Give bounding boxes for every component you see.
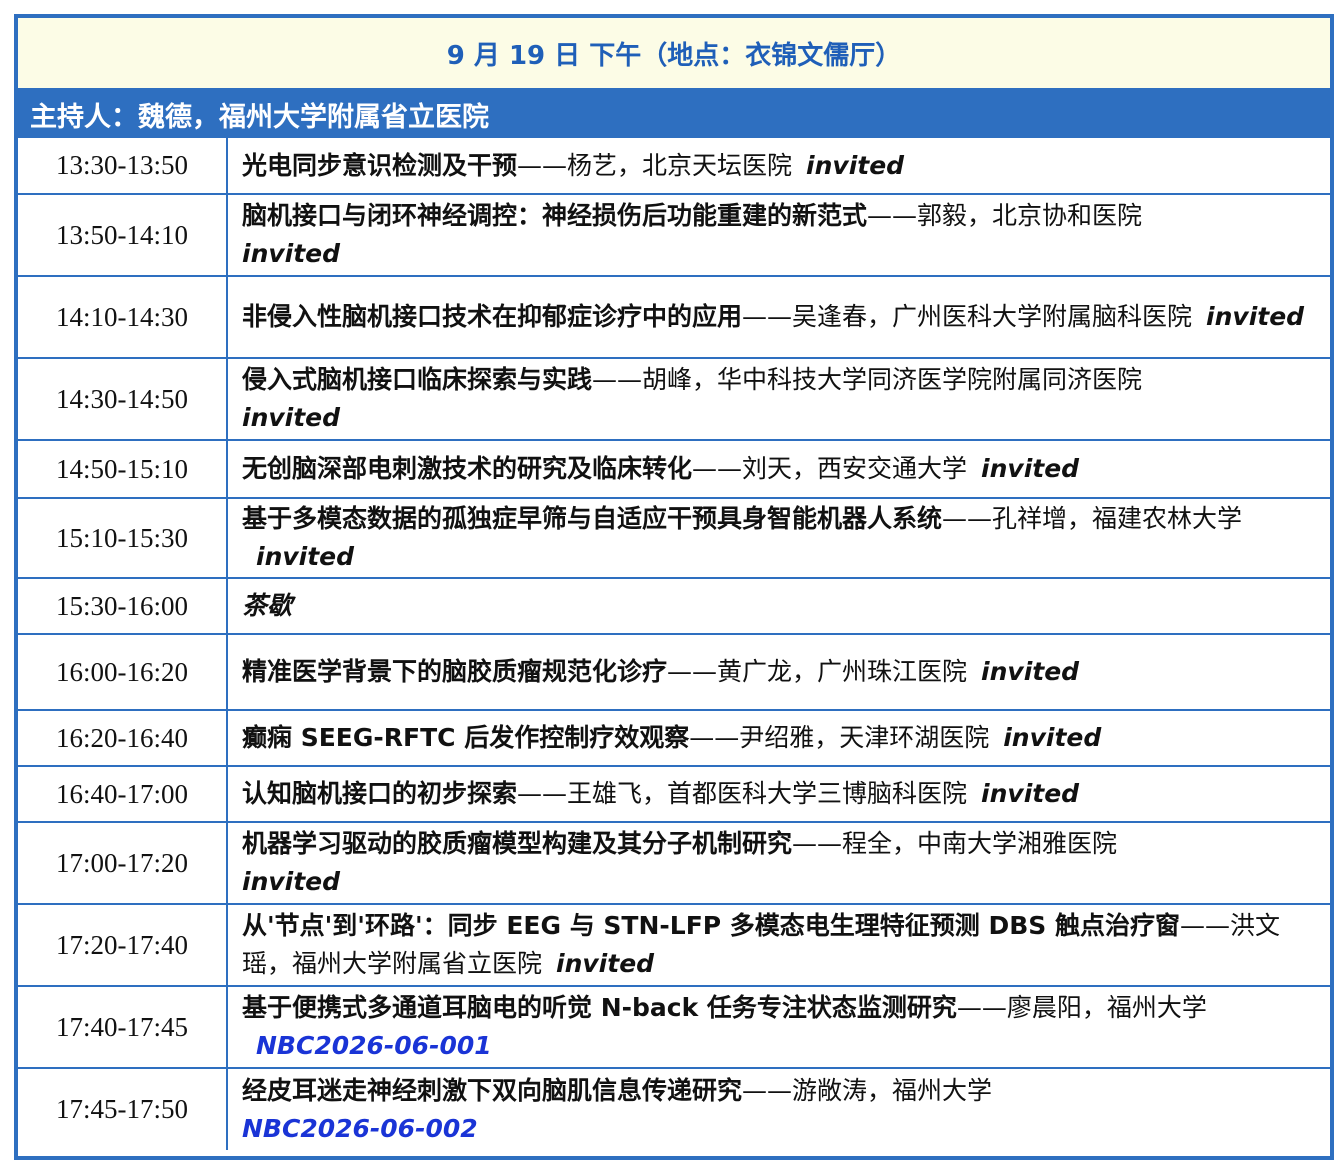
- talk-title: 认知脑机接口的初步探索: [242, 779, 518, 808]
- invited-tag: invited: [242, 867, 341, 896]
- talk-speaker: ——吴逢春，广州医科大学附属脑科医院: [742, 302, 1193, 331]
- invited-tag: invited: [981, 779, 1080, 808]
- row-time: 15:10-15:30: [18, 497, 228, 579]
- row-time: 15:30-16:00: [18, 577, 228, 635]
- row-time: 14:50-15:10: [18, 439, 228, 499]
- talk-speaker: ——尹绍雅，天津环湖医院: [689, 723, 990, 752]
- talk-title: 经皮耳迷走神经刺激下双向脑肌信息传递研究: [242, 1075, 743, 1105]
- talk-speaker: ——游敞涛，福州大学: [742, 1075, 993, 1105]
- table-row: 16:20-16:40 癫痫 SEEG-RFTC 后发作控制疗效观察——尹绍雅，…: [18, 709, 1330, 767]
- talk-title: 从'节点'到'环路'：同步 EEG 与 STN-LFP 多模态电生理特征预测 D…: [242, 911, 1181, 940]
- session-header: 9 月 19 日 下午（地点：衣锦文儒厅）: [18, 18, 1330, 90]
- talk-speaker: ——杨艺，北京天坛医院: [517, 150, 793, 180]
- talk-speaker: ——郭毅，北京协和医院: [867, 201, 1143, 230]
- table-row: 17:45-17:50 经皮耳迷走神经刺激下双向脑肌信息传递研究——游敞涛，福州…: [18, 1067, 1330, 1150]
- table-row: 15:30-16:00 茶歇: [18, 577, 1330, 635]
- row-content: 从'节点'到'环路'：同步 EEG 与 STN-LFP 多模态电生理特征预测 D…: [226, 903, 1330, 987]
- schedule-frame: 9 月 19 日 下午（地点：衣锦文儒厅） 主持人：魏德，福州大学附属省立医院 …: [14, 14, 1334, 1160]
- row-content: 脑机接口与闭环神经调控：神经损伤后功能重建的新范式——郭毅，北京协和医院 invi…: [226, 193, 1330, 277]
- abstract-code: NBC2026-06-001: [256, 1031, 492, 1060]
- invited-tag: invited: [806, 150, 905, 180]
- table-row: 16:00-16:20 精准医学背景下的脑胶质瘤规范化诊疗——黄广龙，广州珠江医…: [18, 633, 1330, 711]
- row-time: 17:40-17:45: [18, 985, 228, 1069]
- table-row: 14:10-14:30 非侵入性脑机接口技术在抑郁症诊疗中的应用——吴逢春，广州…: [18, 275, 1330, 359]
- talk-title: 侵入式脑机接口临床探索与实践: [242, 365, 593, 394]
- row-content: 茶歇: [226, 577, 1330, 635]
- talk-speaker: ——王雄飞，首都医科大学三博脑科医院: [517, 779, 968, 808]
- row-time: 17:45-17:50: [18, 1067, 228, 1150]
- row-content: 光电同步意识检测及干预——杨艺，北京天坛医院 invited: [226, 138, 1330, 195]
- table-row: 17:40-17:45 基于便携式多通道耳脑电的听觉 N-back 任务专注状态…: [18, 985, 1330, 1069]
- talk-speaker: ——胡峰，华中科技大学同济医学院附属同济医院: [592, 365, 1143, 394]
- invited-tag: invited: [256, 542, 355, 571]
- row-content: 基于多模态数据的孤独症早筛与自适应干预具身智能机器人系统——孔祥增，福建农林大学…: [226, 497, 1330, 579]
- row-time: 13:50-14:10: [18, 193, 228, 277]
- row-content: 认知脑机接口的初步探索——王雄飞，首都医科大学三博脑科医院 invited: [226, 765, 1330, 823]
- table-row: 17:00-17:20 机器学习驱动的胶质瘤模型构建及其分子机制研究——程全，中…: [18, 821, 1330, 905]
- talk-title: 癫痫 SEEG-RFTC 后发作控制疗效观察: [242, 723, 690, 752]
- talk-speaker: ——孔祥增，福建农林大学: [942, 504, 1243, 533]
- row-content: 非侵入性脑机接口技术在抑郁症诊疗中的应用——吴逢春，广州医科大学附属脑科医院 in…: [226, 275, 1330, 359]
- talk-title: 无创脑深部电刺激技术的研究及临床转化: [242, 454, 693, 483]
- talk-speaker: ——黄广龙，广州珠江医院: [667, 657, 968, 686]
- talk-title: 脑机接口与闭环神经调控：神经损伤后功能重建的新范式: [242, 201, 868, 230]
- table-row: 17:20-17:40 从'节点'到'环路'：同步 EEG 与 STN-LFP …: [18, 903, 1330, 987]
- abstract-code: NBC2026-06-002: [242, 1113, 478, 1143]
- invited-tag: invited: [1003, 723, 1102, 752]
- row-content: 精准医学背景下的脑胶质瘤规范化诊疗——黄广龙，广州珠江医院 invited: [226, 633, 1330, 711]
- invited-tag: invited: [242, 403, 341, 432]
- table-row: 16:40-17:00 认知脑机接口的初步探索——王雄飞，首都医科大学三博脑科医…: [18, 765, 1330, 823]
- invited-tag: invited: [242, 239, 341, 268]
- row-content: 侵入式脑机接口临床探索与实践——胡峰，华中科技大学同济医学院附属同济医院 invi…: [226, 357, 1330, 441]
- table-row: 14:50-15:10 无创脑深部电刺激技术的研究及临床转化——刘天，西安交通大…: [18, 439, 1330, 499]
- table-row: 13:30-13:50 光电同步意识检测及干预——杨艺，北京天坛医院 invite…: [18, 138, 1330, 195]
- row-content: 无创脑深部电刺激技术的研究及临床转化——刘天，西安交通大学 invited: [226, 439, 1330, 499]
- tea-break-label: 茶歇: [242, 591, 293, 620]
- session-host: 主持人：魏德，福州大学附属省立医院: [18, 90, 1330, 138]
- invited-tag: invited: [1206, 302, 1305, 331]
- talk-title: 基于便携式多通道耳脑电的听觉 N-back 任务专注状态监测研究: [242, 993, 957, 1022]
- talk-speaker: ——刘天，西安交通大学: [692, 454, 968, 483]
- schedule-table: 13:30-13:50 光电同步意识检测及干预——杨艺，北京天坛医院 invite…: [18, 138, 1330, 1150]
- talk-title: 精准医学背景下的脑胶质瘤规范化诊疗: [242, 657, 668, 686]
- row-content: 经皮耳迷走神经刺激下双向脑肌信息传递研究——游敞涛，福州大学 NBC2026-06…: [226, 1067, 1330, 1150]
- row-time: 16:40-17:00: [18, 765, 228, 823]
- row-time: 17:20-17:40: [18, 903, 228, 987]
- row-time: 14:10-14:30: [18, 275, 228, 359]
- row-content: 机器学习驱动的胶质瘤模型构建及其分子机制研究——程全，中南大学湘雅医院 invit…: [226, 821, 1330, 905]
- talk-title: 非侵入性脑机接口技术在抑郁症诊疗中的应用: [242, 302, 743, 331]
- talk-title: 光电同步意识检测及干预: [242, 150, 518, 180]
- row-time: 17:00-17:20: [18, 821, 228, 905]
- table-row: 14:30-14:50 侵入式脑机接口临床探索与实践——胡峰，华中科技大学同济医…: [18, 357, 1330, 441]
- row-time: 16:20-16:40: [18, 709, 228, 767]
- row-time: 14:30-14:50: [18, 357, 228, 441]
- talk-title: 机器学习驱动的胶质瘤模型构建及其分子机制研究: [242, 829, 793, 858]
- invited-tag: invited: [556, 949, 655, 978]
- talk-title: 基于多模态数据的孤独症早筛与自适应干预具身智能机器人系统: [242, 504, 943, 533]
- row-time: 13:30-13:50: [18, 138, 228, 195]
- talk-speaker: ——程全，中南大学湘雅医院: [792, 829, 1118, 858]
- invited-tag: invited: [981, 657, 1080, 686]
- row-time: 16:00-16:20: [18, 633, 228, 711]
- invited-tag: invited: [981, 454, 1080, 483]
- row-content: 癫痫 SEEG-RFTC 后发作控制疗效观察——尹绍雅，天津环湖医院 invite…: [226, 709, 1330, 767]
- row-content: 基于便携式多通道耳脑电的听觉 N-back 任务专注状态监测研究——廖晨阳，福州…: [226, 985, 1330, 1069]
- table-row: 13:50-14:10 脑机接口与闭环神经调控：神经损伤后功能重建的新范式——郭…: [18, 193, 1330, 277]
- talk-speaker: ——廖晨阳，福州大学: [956, 993, 1207, 1022]
- table-row: 15:10-15:30 基于多模态数据的孤独症早筛与自适应干预具身智能机器人系统…: [18, 497, 1330, 579]
